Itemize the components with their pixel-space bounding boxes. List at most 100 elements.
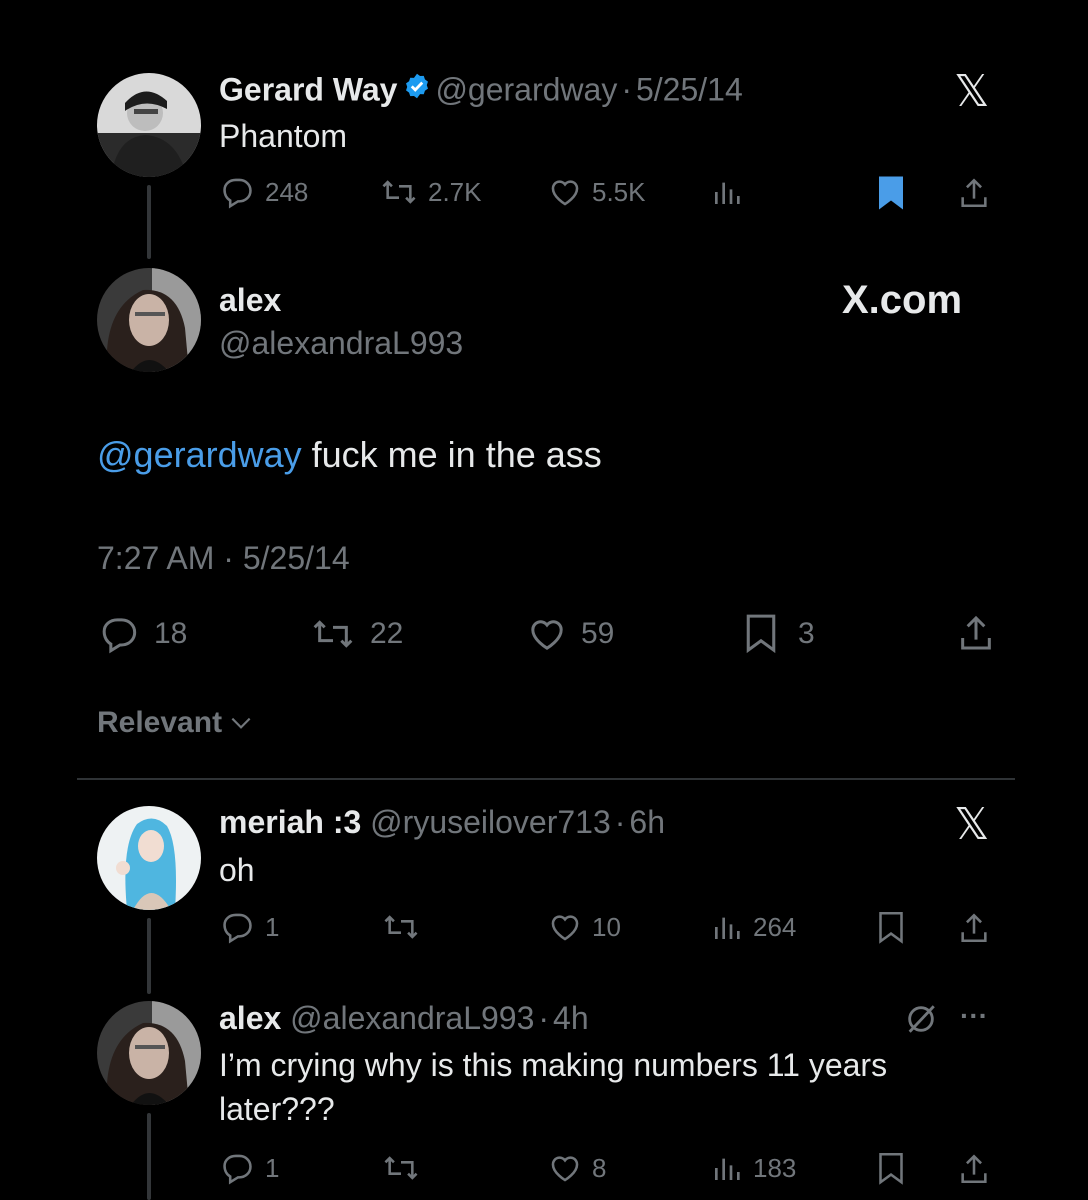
share-icon <box>961 178 987 208</box>
retweet-icon <box>313 620 353 648</box>
bookmark-count: 3 <box>798 617 815 650</box>
chevron-down-icon <box>231 717 251 729</box>
timestamp[interactable]: 7:27 AM · 5/25/14 <box>97 540 350 577</box>
retweet-icon <box>384 915 418 939</box>
age[interactable]: 6h <box>629 804 665 840</box>
display-name[interactable]: alex <box>219 282 281 318</box>
avatar-meriah[interactable] <box>97 806 201 910</box>
bookmark-button[interactable]: 3 <box>744 612 815 656</box>
sort-label: Relevant <box>97 706 223 739</box>
like-button[interactable]: 8 <box>548 1151 606 1185</box>
views-button[interactable] <box>711 175 743 209</box>
retweet-button[interactable]: 22 <box>310 614 403 654</box>
tweet-body: fuck me in the ass <box>301 434 602 475</box>
reply-count: 1 <box>265 1152 280 1183</box>
retweet-button[interactable] <box>382 1151 420 1185</box>
mention-link[interactable]: @gerardway <box>97 434 302 475</box>
grok-icon[interactable] <box>904 1002 938 1041</box>
like-icon <box>551 1156 579 1182</box>
avatar-alex-image <box>97 268 201 372</box>
reply-button[interactable]: 1 <box>221 1151 279 1185</box>
like-icon <box>551 915 579 941</box>
retweet-count: 2.7K <box>428 176 482 207</box>
date[interactable]: 5/25/14 <box>636 71 743 107</box>
retweet-button[interactable]: 2.7K <box>380 175 482 209</box>
avatar-alex[interactable] <box>97 268 201 372</box>
reply-icon <box>102 618 137 654</box>
reply-button[interactable]: 18 <box>100 614 187 654</box>
avatar-alex-image <box>97 1001 201 1105</box>
retweet-button[interactable] <box>382 910 420 944</box>
retweet-icon <box>384 1156 418 1180</box>
display-name[interactable]: alex <box>219 1000 281 1036</box>
handle[interactable]: @alexandraL993 <box>290 1000 534 1036</box>
reply-text-line-1: I’m crying why is this making numbers 11… <box>219 1047 888 1083</box>
verified-badge-icon <box>403 70 431 108</box>
age[interactable]: 4h <box>553 1000 589 1036</box>
views-button[interactable]: 264 <box>711 910 796 944</box>
thread-line <box>147 185 151 259</box>
like-count: 5.5K <box>592 176 646 207</box>
retweet-icon <box>382 180 416 204</box>
reply-icon <box>223 1154 252 1185</box>
separator: · <box>614 804 626 840</box>
thread-line <box>147 1113 151 1200</box>
like-count: 10 <box>592 911 621 942</box>
bookmark-icon <box>879 912 903 944</box>
handle[interactable]: @alexandraL993 <box>219 324 463 362</box>
main-tweet-text: @gerardway fuck me in the ass <box>97 433 602 477</box>
bookmark-button[interactable] <box>876 175 906 211</box>
avatar-alex[interactable] <box>97 1001 201 1105</box>
display-name[interactable]: Gerard Way <box>219 71 397 107</box>
divider <box>77 778 1015 780</box>
views-icon <box>715 182 740 204</box>
separator: · <box>621 71 632 108</box>
like-count: 59 <box>581 617 615 650</box>
share-icon <box>961 615 991 650</box>
x-logo-icon[interactable]: 𝕏 <box>954 66 989 117</box>
x-logo-icon[interactable]: 𝕏 <box>954 799 989 850</box>
reply-count: 248 <box>265 176 309 207</box>
like-button[interactable]: 10 <box>548 910 621 944</box>
views-icon <box>715 1158 740 1180</box>
retweet-count: 22 <box>370 617 404 650</box>
share-icon <box>961 1154 987 1184</box>
reply-header: meriah :3 @ryuseilover713 · 6h <box>219 803 665 841</box>
reply-icon <box>223 913 252 944</box>
bookmark-icon <box>879 1153 903 1185</box>
handle[interactable]: @ryuseilover713 <box>370 804 611 840</box>
avatar-gerard-image <box>97 73 201 177</box>
reply-text: oh <box>219 852 255 888</box>
bookmark-button[interactable] <box>877 1151 905 1187</box>
display-name[interactable]: meriah :3 <box>219 804 361 840</box>
like-icon <box>531 620 563 650</box>
views-icon <box>715 917 740 939</box>
more-options-button[interactable]: ··· <box>960 1000 988 1032</box>
thread-line <box>147 918 151 994</box>
view-count: 183 <box>753 1152 797 1183</box>
like-count: 8 <box>592 1152 607 1183</box>
bookmark-filled-icon <box>879 176 903 210</box>
reply-header: alex @alexandraL993 · 4h <box>219 999 589 1037</box>
share-button[interactable] <box>957 1151 991 1187</box>
reply-button[interactable]: 248 <box>221 175 308 209</box>
bookmark-icon <box>746 614 776 654</box>
avatar-gerard[interactable] <box>97 73 201 177</box>
like-button[interactable]: 59 <box>527 614 614 654</box>
reply-button[interactable]: 1 <box>221 910 279 944</box>
share-button[interactable] <box>956 612 996 654</box>
like-button[interactable]: 5.5K <box>548 175 646 209</box>
handle[interactable]: @gerardway <box>435 71 617 107</box>
views-button[interactable]: 183 <box>711 1151 796 1185</box>
share-button[interactable] <box>957 175 991 211</box>
like-icon <box>551 180 579 206</box>
tweet-header: Gerard Way @gerardway · 5/25/14 <box>219 70 743 114</box>
reply-text-line-2: later??? <box>219 1091 335 1127</box>
bookmark-button[interactable] <box>877 910 905 946</box>
view-count: 264 <box>753 911 797 942</box>
share-button[interactable] <box>957 910 991 946</box>
reply-count: 1 <box>265 911 280 942</box>
reply-count: 18 <box>154 617 188 650</box>
sort-dropdown[interactable]: Relevant <box>97 706 254 740</box>
separator: · <box>538 1000 550 1036</box>
